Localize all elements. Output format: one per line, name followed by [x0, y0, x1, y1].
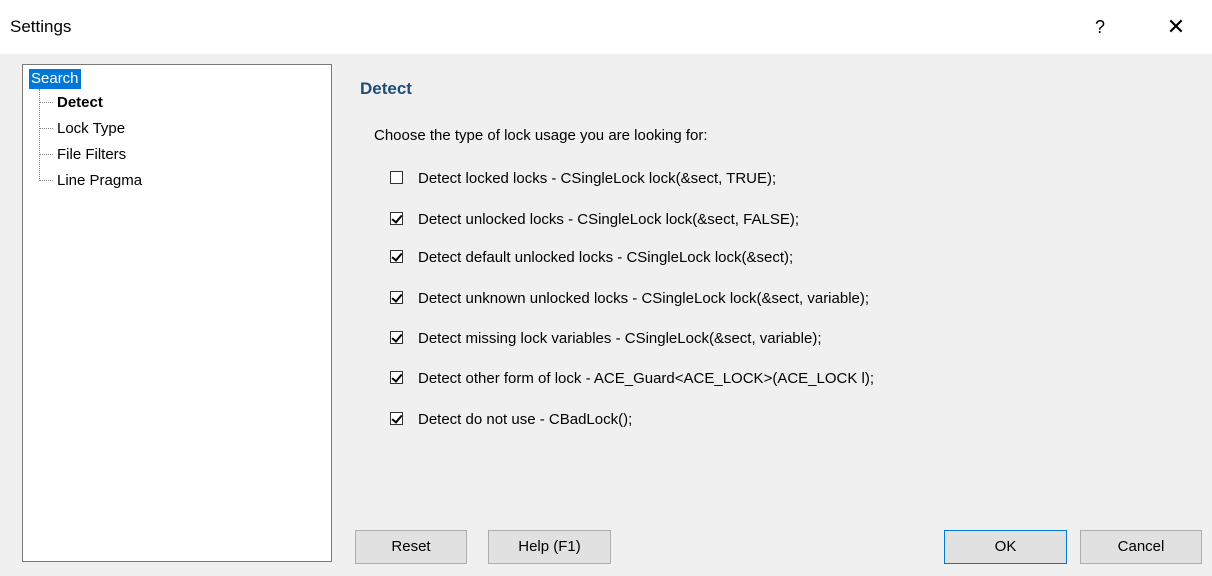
checkbox[interactable] — [390, 371, 403, 384]
tree-item-search[interactable]: Search — [29, 69, 81, 89]
tree-item-file-filters[interactable]: File Filters — [39, 145, 126, 165]
checkbox[interactable] — [390, 171, 403, 184]
ok-button[interactable]: OK — [944, 530, 1067, 564]
help-button[interactable]: Help (F1) — [488, 530, 611, 564]
checkbox[interactable] — [390, 412, 403, 425]
checkbox[interactable] — [390, 212, 403, 225]
reset-button[interactable]: Reset — [355, 530, 467, 564]
tree-item-detect[interactable]: Detect — [39, 93, 103, 113]
checkbox[interactable] — [390, 250, 403, 263]
checkbox[interactable] — [390, 291, 403, 304]
help-icon[interactable]: ? — [1080, 12, 1120, 42]
settings-tree[interactable]: Search Detect Lock Type File Filters Lin… — [22, 64, 332, 562]
cancel-button[interactable]: Cancel — [1080, 530, 1202, 564]
tree-item-line-pragma[interactable]: Line Pragma — [39, 171, 142, 191]
description-label: Choose the type of lock usage you are lo… — [374, 127, 708, 144]
title-bar: Settings ? ✕ — [0, 0, 1212, 54]
tree-item-lock-type[interactable]: Lock Type — [39, 119, 125, 139]
window-title: Settings — [10, 17, 72, 36]
checkbox[interactable] — [390, 331, 403, 344]
close-icon[interactable]: ✕ — [1156, 12, 1196, 42]
page-title: Detect — [360, 79, 412, 98]
